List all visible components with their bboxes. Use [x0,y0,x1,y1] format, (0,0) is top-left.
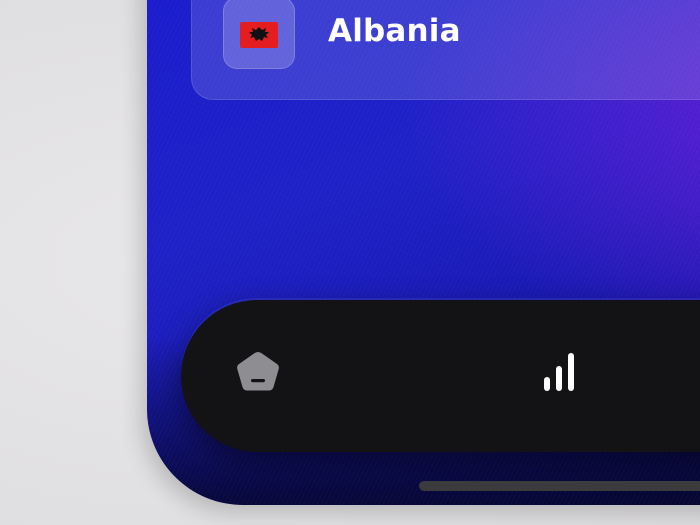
signal-bars-icon [544,353,574,391]
tab-stats[interactable] [529,340,593,404]
flag-container [223,0,295,69]
albania-flag-icon [240,22,278,48]
tab-bar [181,300,700,452]
screen: Albania [0,0,700,525]
pentagon-home-icon [237,352,279,391]
country-card[interactable]: Albania [191,0,700,100]
phone-screen: Albania [147,0,700,505]
country-name: Albania [328,13,461,49]
home-indicator [419,481,700,491]
tab-home[interactable] [226,340,290,404]
